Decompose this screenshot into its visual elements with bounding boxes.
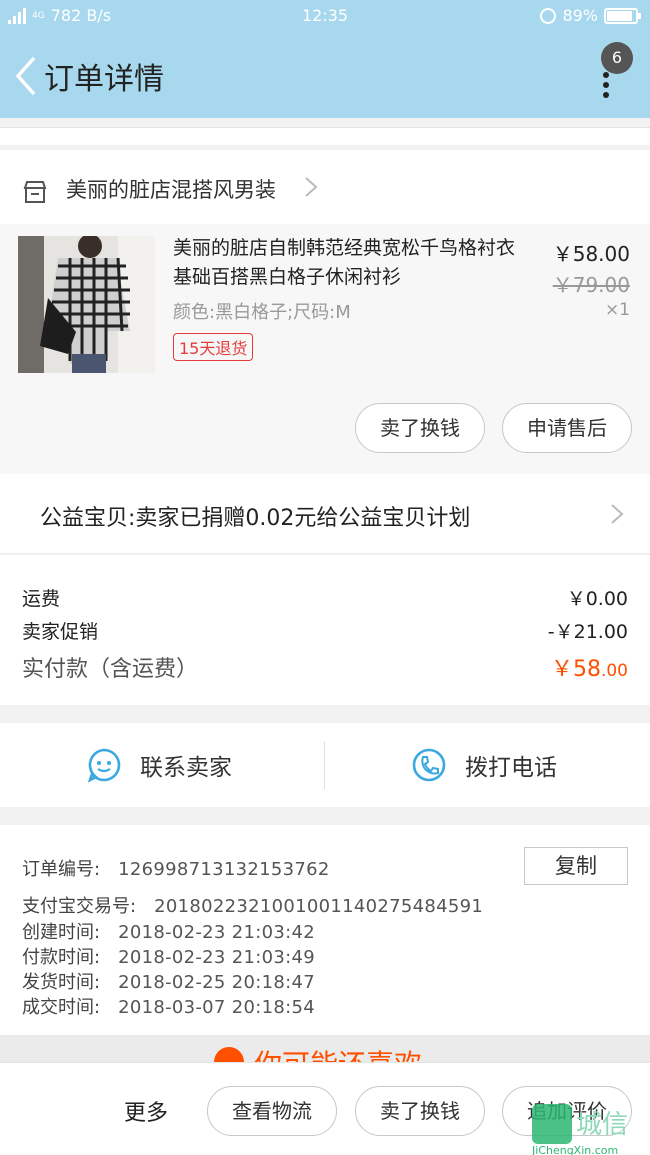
shipping-row: 运费 ￥0.00 bbox=[22, 584, 628, 611]
more-button[interactable]: 更多 bbox=[124, 1095, 168, 1127]
chevron-right-icon bbox=[305, 177, 318, 197]
paid-row: 实付款（含运费） ￥58.00 bbox=[22, 651, 628, 683]
charity-row[interactable]: 公益宝贝:卖家已捐赠0.02元给公益宝贝计划 bbox=[0, 474, 650, 554]
promo-row: 卖家促销 -￥21.00 bbox=[22, 617, 628, 644]
contact-seller-label: 联系卖家 bbox=[140, 755, 232, 781]
watermark-logo-icon bbox=[532, 1104, 572, 1144]
contact-seller-button[interactable]: 联系卖家 bbox=[86, 723, 232, 807]
product-thumbnail[interactable] bbox=[18, 236, 155, 373]
product-quantity: ×1 bbox=[604, 300, 630, 320]
fee-summary: 运费 ￥0.00 卖家促销 -￥21.00 实付款（含运费） ￥58.00 bbox=[0, 555, 650, 705]
chevron-right-icon bbox=[611, 504, 624, 524]
site-watermark: 城信 JiChengXin.com bbox=[532, 1100, 650, 1155]
original-price: ￥79.00 bbox=[552, 273, 630, 297]
sell-for-cash-bottom-button[interactable]: 卖了换钱 bbox=[355, 1086, 485, 1136]
phone-icon bbox=[412, 748, 446, 782]
message-count-badge: 6 bbox=[601, 42, 633, 74]
battery-percent: 89% bbox=[562, 6, 598, 25]
product-price: ￥58.00 bbox=[552, 242, 630, 266]
status-right: 89% bbox=[540, 6, 641, 25]
shipped-time-row: 发货时间: 2018-02-25 20:18:47 bbox=[22, 972, 315, 993]
call-phone-label: 拨打电话 bbox=[465, 755, 557, 781]
status-bar: 4G 782 B/s 12:35 89% bbox=[0, 0, 650, 32]
product-card[interactable]: 美丽的脏店自制韩范经典宽松千鸟格衬衣基础百搭黑白格子休闲衬衫 颜色:黑白格子;尺… bbox=[0, 224, 650, 474]
shipping-label: 运费 bbox=[22, 588, 61, 610]
back-arrow-icon[interactable] bbox=[14, 56, 38, 96]
return-policy-tag: 15天退货 bbox=[173, 333, 254, 361]
page-title: 订单详情 bbox=[44, 62, 164, 97]
contact-bar: 联系卖家 拨打电话 bbox=[0, 723, 650, 807]
charity-text: 公益宝贝:卖家已捐赠0.02元给公益宝贝计划 bbox=[40, 506, 471, 531]
sell-for-cash-button[interactable]: 卖了换钱 bbox=[355, 403, 485, 453]
view-logistics-button[interactable]: 查看物流 bbox=[207, 1086, 337, 1136]
alipay-number-row: 支付宝交易号: 2018022321001001140275484591 bbox=[22, 896, 484, 917]
nav-header: 订单详情 6 bbox=[0, 32, 650, 118]
order-number-row: 订单编号: 126998713132153762 bbox=[22, 859, 330, 880]
order-info: 订单编号: 126998713132153762 复制 支付宝交易号: 201802… bbox=[0, 825, 650, 1035]
spacer bbox=[0, 127, 650, 145]
copy-button[interactable]: 复制 bbox=[524, 847, 628, 885]
chat-face-icon bbox=[87, 748, 121, 783]
completed-time-row: 成交时间: 2018-03-07 20:18:54 bbox=[22, 997, 315, 1018]
paid-time-row: 付款时间: 2018-02-23 21:03:49 bbox=[22, 947, 315, 968]
battery-icon bbox=[604, 7, 641, 24]
paid-label: 实付款（含运费） bbox=[22, 657, 199, 682]
created-time-row: 创建时间: 2018-02-23 21:03:42 bbox=[22, 922, 315, 943]
product-spec: 颜色:黑白格子;尺码:M bbox=[173, 302, 351, 323]
store-icon bbox=[23, 181, 47, 203]
apply-after-sale-button[interactable]: 申请售后 bbox=[502, 403, 632, 453]
shop-name: 美丽的脏店混搭风男装 bbox=[66, 178, 276, 202]
shop-row[interactable]: 美丽的脏店混搭风男装 bbox=[0, 150, 650, 224]
paid-amount: ￥58.00 bbox=[550, 657, 628, 682]
watermark-url: JiChengXin.com bbox=[532, 1144, 619, 1155]
more-menu-icon[interactable] bbox=[602, 72, 610, 102]
promo-label: 卖家促销 bbox=[22, 621, 99, 643]
promo-value: -￥21.00 bbox=[547, 621, 628, 643]
call-phone-button[interactable]: 拨打电话 bbox=[411, 723, 557, 807]
product-name[interactable]: 美丽的脏店自制韩范经典宽松千鸟格衬衣基础百搭黑白格子休闲衬衫 bbox=[173, 234, 525, 292]
shipping-value: ￥0.00 bbox=[566, 588, 628, 610]
watermark-text: 城信 bbox=[576, 1110, 629, 1140]
divider bbox=[324, 741, 325, 789]
rotation-lock-icon bbox=[540, 7, 557, 24]
